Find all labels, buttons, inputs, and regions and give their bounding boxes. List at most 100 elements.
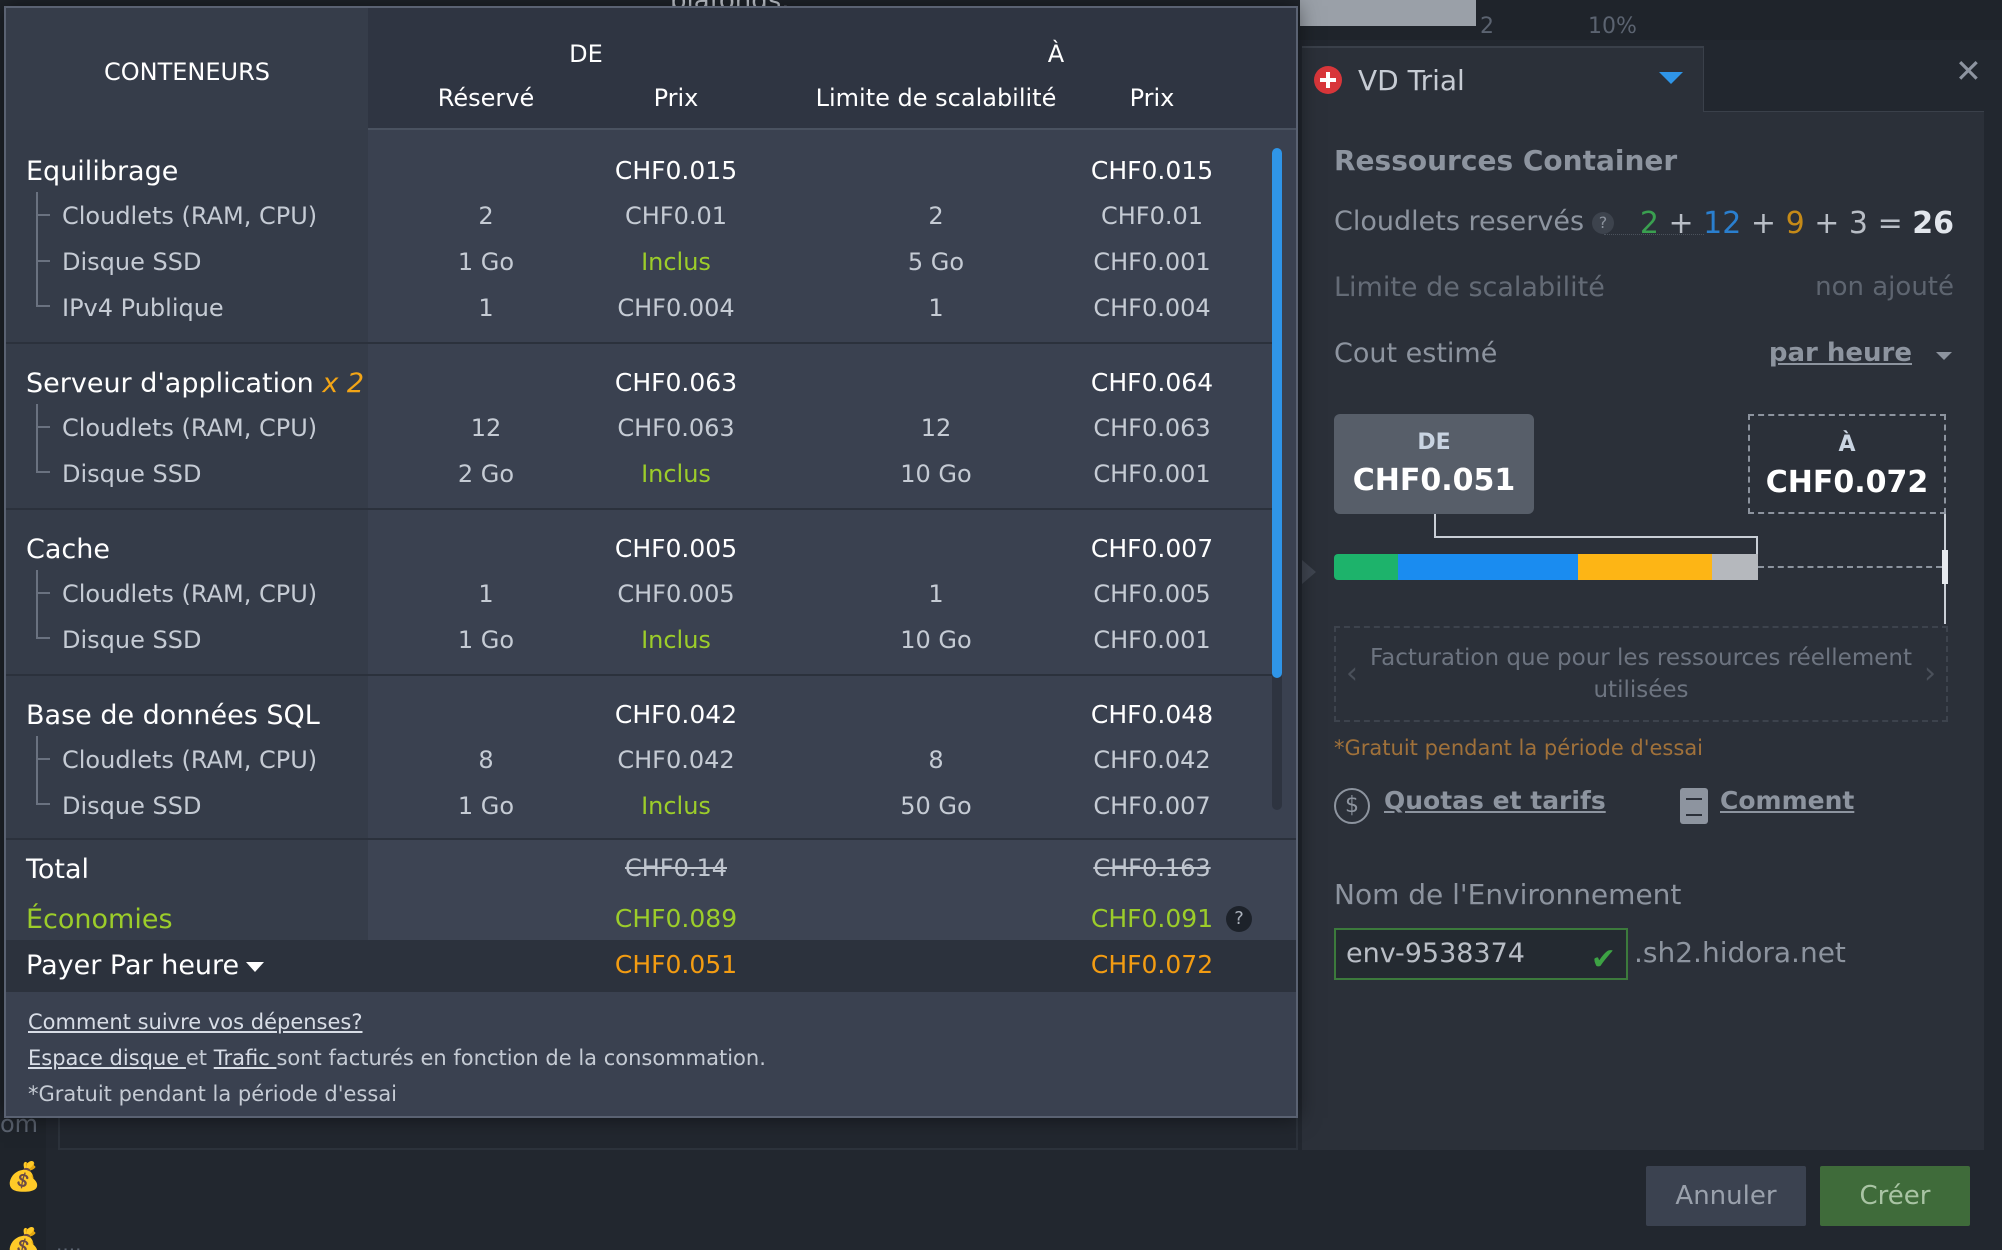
tree-line — [36, 570, 38, 638]
row-price-to: CHF0.004 — [1093, 294, 1211, 322]
cost-from-value: CHF0.051 — [1352, 463, 1516, 498]
total-label: Total — [26, 854, 90, 885]
row-price-from: Inclus — [641, 792, 711, 820]
header-from: DE — [569, 40, 603, 68]
row-price-from: Inclus — [641, 626, 711, 654]
disk-space-link[interactable]: Espace disque — [28, 1046, 186, 1070]
row-price-to: CHF0.001 — [1093, 248, 1211, 276]
total-from: CHF0.14 — [624, 854, 728, 882]
group-multiplier: x 2 — [322, 368, 365, 399]
billed-text: sont facturés en fonction de la consomma… — [276, 1046, 766, 1070]
range-end-marker — [1942, 550, 1948, 584]
row-reserved: 1 Go — [457, 792, 515, 820]
pay-label[interactable]: Payer Par heure — [26, 950, 239, 981]
background-stat: 2 — [1480, 14, 1494, 39]
tree-line — [36, 736, 38, 804]
group-price-from: CHF0.042 — [614, 700, 738, 729]
plus-sign: + — [1668, 206, 1694, 241]
row-reserved: 8 — [478, 746, 494, 774]
bar-segment-balancer — [1334, 554, 1398, 580]
money-bag-icon: 💰 — [6, 1226, 41, 1250]
background-stat: 10% — [1588, 14, 1637, 39]
chevron-right-icon[interactable]: › — [1924, 658, 1936, 690]
cancel-button[interactable]: Annuler — [1646, 1166, 1806, 1226]
row-label: Disque SSD — [62, 792, 202, 820]
close-icon[interactable]: ✕ — [1955, 46, 1982, 96]
row-reserved: 2 — [478, 202, 494, 230]
quotas-link[interactable]: Quotas et tarifs — [1384, 786, 1606, 815]
create-button[interactable]: Créer — [1820, 1166, 1970, 1226]
cost-to-box: À CHF0.072 — [1748, 414, 1946, 514]
tree-branch — [36, 214, 50, 216]
row-label: Cloudlets (RAM, CPU) — [62, 202, 318, 230]
scrollbar-thumb[interactable] — [1272, 148, 1282, 678]
tree-branch — [36, 305, 50, 307]
tree-branch — [36, 803, 50, 805]
env-domain-suffix: .sh2.hidora.net — [1634, 936, 1846, 969]
pay-to: CHF0.072 — [1090, 950, 1214, 979]
billing-note: Espace disque et Trafic sont facturés en… — [28, 1046, 766, 1070]
row-label: Cloudlets (RAM, CPU) — [62, 746, 318, 774]
chevron-down-icon[interactable] — [246, 962, 264, 972]
row-label: Disque SSD — [62, 248, 202, 276]
row-label: Cloudlets (RAM, CPU) — [62, 414, 318, 442]
row-reserved: 1 Go — [457, 248, 515, 276]
row-label: IPv4 Publique — [62, 294, 224, 322]
row-price-from: CHF0.005 — [617, 580, 735, 608]
pay-period[interactable]: Par heure — [110, 950, 239, 981]
row-price-to: CHF0.001 — [1093, 460, 1211, 488]
traffic-link[interactable]: Trafic — [214, 1046, 277, 1070]
env-name-input[interactable]: env-9538374 ✔ — [1334, 928, 1628, 980]
pricing-header: CONTENEURS DE À Réservé Prix Limite de s… — [6, 8, 1296, 130]
background-text: .... — [56, 1232, 82, 1250]
group-price-from: CHF0.063 — [614, 368, 738, 397]
resource-usage-bar — [1334, 550, 1948, 584]
help-icon[interactable]: ? — [1226, 906, 1252, 932]
savings-from: CHF0.089 — [614, 904, 738, 933]
group-price-to: CHF0.015 — [1090, 156, 1214, 185]
group-title: Equilibrage — [26, 156, 179, 187]
row-price-from: CHF0.042 — [617, 746, 735, 774]
row-label: Disque SSD — [62, 460, 202, 488]
tree-branch — [36, 637, 50, 639]
row-limit: 10 Go — [900, 626, 972, 654]
row-limit: 1 — [928, 294, 944, 322]
chevron-down-icon[interactable] — [1936, 352, 1952, 360]
reserved-cloudlets-label: Cloudlets reservés? — [1334, 206, 1615, 237]
cost-from-label: DE — [1417, 430, 1451, 455]
bar-segment-app-server — [1398, 554, 1578, 580]
estimated-cost-label: Cout estimé — [1334, 338, 1498, 369]
connector-line — [1434, 536, 1758, 538]
scalability-value: non ajouté — [1815, 272, 1954, 302]
section-title: Ressources Container — [1334, 144, 1678, 177]
savings-label: Économies — [26, 904, 173, 935]
total-to: CHF0.163 — [1093, 854, 1211, 882]
chevron-left-icon[interactable]: ‹ — [1346, 658, 1358, 690]
how-link[interactable]: Comment — [1720, 786, 1854, 815]
row-price-to: CHF0.063 — [1093, 414, 1211, 442]
row-limit: 1 — [928, 580, 944, 608]
tree-branch — [36, 260, 50, 262]
header-price-2: Prix — [1129, 84, 1175, 112]
row-reserved: 1 — [478, 294, 494, 322]
tab-region-vd-trial[interactable]: VD Trial — [1302, 46, 1704, 112]
panel-pointer — [1302, 560, 1316, 584]
row-price-from: CHF0.01 — [624, 202, 728, 230]
cost-period-dropdown[interactable]: par heure — [1769, 338, 1912, 368]
row-price-to: CHF0.001 — [1093, 626, 1211, 654]
pricing-popup: CONTENEURS DE À Réservé Prix Limite de s… — [4, 6, 1298, 1118]
row-price-to: CHF0.005 — [1093, 580, 1211, 608]
row-price-to: CHF0.01 — [1100, 202, 1204, 230]
bar-segment-cache — [1712, 554, 1758, 580]
chevron-down-icon[interactable] — [1659, 72, 1683, 84]
document-icon — [1680, 788, 1708, 824]
help-icon[interactable]: ? — [1592, 211, 1615, 234]
table-scrollbar[interactable] — [1272, 148, 1282, 810]
row-reserved: 1 Go — [457, 626, 515, 654]
connector-line — [1756, 536, 1758, 556]
cloudlets-cache: 3 — [1848, 206, 1869, 241]
billing-info-text: Facturation que pour les ressources réel… — [1370, 645, 1912, 703]
savings-help-icon[interactable]: ? — [1226, 906, 1252, 932]
track-spending-link-text[interactable]: Comment suivre vos dépenses? — [28, 1010, 363, 1034]
track-spending-link[interactable]: Comment suivre vos dépenses? — [28, 1010, 363, 1034]
